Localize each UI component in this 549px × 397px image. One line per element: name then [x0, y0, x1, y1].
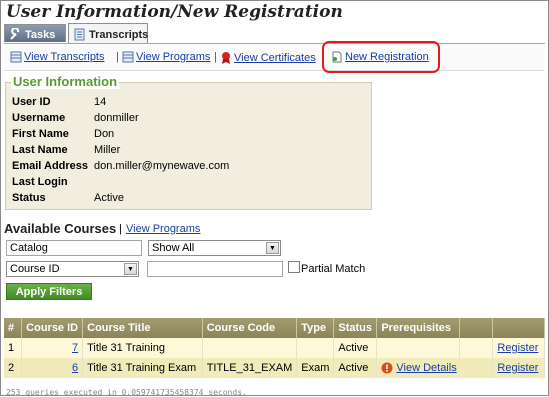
action-cell: Register	[492, 358, 545, 378]
course-title-cell: Title 31 Training Exam	[82, 358, 203, 378]
status-cell: Active	[333, 358, 378, 378]
toolbar-separator: |	[214, 51, 217, 63]
tab-transcripts-label: Transcripts	[89, 28, 149, 41]
tab-transcripts[interactable]: Transcripts	[68, 23, 148, 43]
chevron-down-icon: ▼	[266, 242, 279, 254]
chevron-down-icon: ▼	[124, 263, 137, 275]
toolbar-separator: |	[116, 51, 119, 63]
field-label: User ID	[12, 96, 51, 108]
course-code-cell	[202, 338, 298, 358]
course-code-cell: TITLE_31_EXAM	[202, 358, 298, 378]
view-certificates-label: View Certificates	[234, 52, 316, 64]
row-number: 1	[4, 338, 23, 358]
field-value: 14	[94, 96, 107, 108]
warning-icon	[381, 362, 396, 374]
field-label: Last Name	[12, 144, 68, 156]
apply-filters-button[interactable]: Apply Filters	[6, 283, 92, 300]
course-id-link[interactable]: 6	[72, 362, 78, 374]
title-separator: |	[119, 223, 122, 235]
field-filter-select[interactable]: Course ID ▼	[6, 261, 139, 277]
show-filter-value: Show All	[152, 242, 195, 254]
column-header: Course Title	[82, 318, 203, 338]
tab-tasks-label: Tasks	[25, 28, 56, 41]
table-icon	[10, 51, 22, 63]
prerequisites-cell: View Details	[376, 358, 494, 378]
view-details-link[interactable]: View Details	[396, 362, 456, 374]
partial-match-checkbox[interactable]	[288, 261, 300, 273]
course-id-cell: 7	[21, 338, 84, 358]
field-filter-value: Course ID	[10, 263, 60, 275]
column-header	[459, 318, 494, 338]
register-link[interactable]: Register	[497, 362, 538, 374]
course-title-cell: Title 31 Training	[82, 338, 203, 358]
page-title: User Information/New Registration	[6, 2, 343, 22]
search-input[interactable]	[147, 261, 283, 277]
column-header: Status	[333, 318, 378, 338]
view-certificates-link[interactable]: View Certificates	[220, 51, 316, 65]
document-icon	[73, 28, 86, 41]
show-filter-select[interactable]: Show All ▼	[148, 240, 281, 256]
action-cell: Register	[492, 338, 545, 358]
table-icon	[122, 51, 134, 63]
transcript-toolbar: View Transcripts | View Programs | View …	[4, 44, 545, 71]
field-label: Last Login	[12, 176, 68, 188]
view-programs-label: View Programs	[136, 51, 211, 64]
courses-table: # Course ID Course Title Course Code Typ…	[4, 318, 545, 378]
available-courses-title: Available Courses	[4, 221, 117, 236]
ribbon-icon	[220, 51, 232, 65]
row-number: 2	[4, 358, 23, 378]
wrench-icon	[9, 28, 22, 41]
column-header: Course Code	[202, 318, 298, 338]
column-header: Course ID	[21, 318, 84, 338]
field-value: Miller	[94, 144, 121, 156]
status-cell: Active	[333, 338, 378, 358]
view-programs-link[interactable]: View Programs	[122, 51, 210, 63]
field-value: Don	[94, 128, 115, 140]
field-value: don.miller@mynewave.com	[94, 160, 230, 172]
user-information-panel: User Information User ID 14 Username don…	[5, 75, 372, 210]
user-information-title: User Information	[11, 74, 120, 89]
field-value: Active	[94, 192, 124, 204]
view-transcripts-link[interactable]: View Transcripts	[10, 51, 105, 63]
prerequisites-cell	[376, 338, 461, 358]
field-label: Email Address	[12, 160, 89, 172]
column-header	[492, 318, 545, 338]
catalog-input[interactable]: Catalog	[6, 240, 142, 256]
type-cell	[296, 338, 335, 358]
view-transcripts-label: View Transcripts	[24, 51, 105, 64]
highlight-annotation	[322, 41, 440, 73]
table-row: 1 7 Title 31 Training Active Register	[4, 338, 545, 358]
apply-filters-label: Apply Filters	[15, 285, 83, 298]
field-label: Status	[12, 192, 46, 204]
catalog-input-value: Catalog	[10, 242, 48, 254]
empty-cell	[459, 338, 494, 358]
column-header: Type	[296, 318, 335, 338]
field-label: Username	[12, 112, 66, 124]
table-header-row: # Course ID Course Title Course Code Typ…	[4, 318, 545, 338]
column-header: Prerequisites	[376, 318, 461, 338]
field-label: First Name	[12, 128, 69, 140]
available-view-programs-link[interactable]: View Programs	[126, 223, 200, 235]
field-value: donmiller	[94, 112, 139, 124]
column-header: #	[4, 318, 23, 338]
table-row: 2 6 Title 31 Training Exam TITLE_31_EXAM…	[4, 358, 545, 378]
type-cell: Exam	[296, 358, 335, 378]
course-id-link[interactable]: 7	[72, 342, 78, 354]
tab-tasks[interactable]: Tasks	[4, 24, 66, 42]
partial-match-label: Partial Match	[301, 263, 366, 275]
course-id-cell: 6	[21, 358, 84, 378]
register-link[interactable]: Register	[497, 342, 538, 354]
